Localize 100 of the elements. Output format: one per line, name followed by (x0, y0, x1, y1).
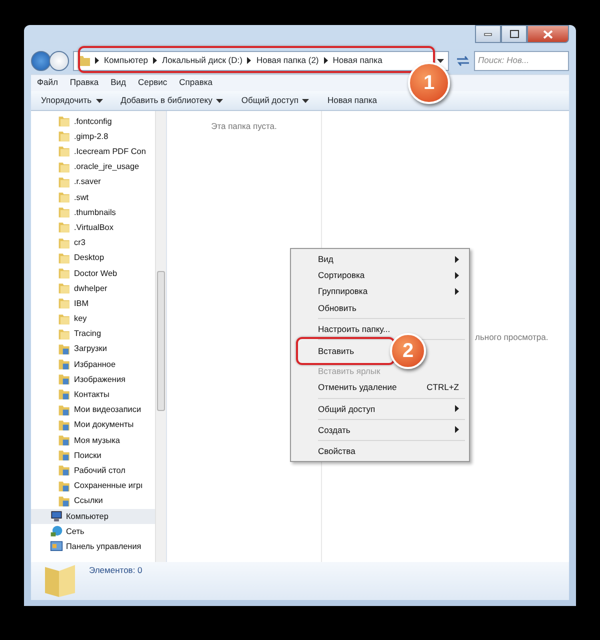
item-count: Элементов: 0 (89, 565, 142, 576)
tree-item[interactable]: .VirtualBox (31, 220, 155, 236)
tree-item[interactable]: IBM (31, 296, 155, 312)
network-icon (50, 525, 63, 538)
folder-icon (58, 206, 71, 220)
menu-item[interactable]: Сервис (138, 77, 168, 89)
tree-item[interactable]: Doctor Web (31, 266, 155, 282)
tree-item[interactable]: Контакты (31, 387, 155, 403)
minimize-icon (484, 32, 492, 36)
menu-item[interactable]: Правка (70, 77, 99, 89)
folder-icon (58, 464, 71, 478)
tree-item[interactable]: .gimp-2.8 (31, 129, 155, 144)
tree-item[interactable]: Рабочий стол (31, 463, 155, 478)
menu-item[interactable]: Обновить (318, 302, 356, 313)
folder-icon (58, 266, 71, 280)
breadcrumb-item[interactable]: Новая папка (2) (256, 55, 319, 66)
preview-text: льного просмотра. (475, 332, 548, 342)
minimize-button[interactable] (475, 25, 501, 43)
tree-item[interactable]: .Icecream PDF Con (31, 144, 155, 160)
forward-button[interactable] (49, 50, 69, 70)
folder-icon (58, 312, 71, 326)
folder-icon (58, 480, 71, 493)
toolbar-button[interactable]: Новая папка (327, 95, 377, 106)
folder-icon (58, 358, 71, 372)
tree-item[interactable]: Поиски (31, 448, 155, 464)
folder-icon (78, 55, 90, 66)
tree-item[interactable]: Избранное (31, 357, 155, 372)
menu-item[interactable]: Отменить удаление (318, 382, 397, 392)
folder-icon (58, 434, 71, 448)
tree-item[interactable]: .oracle_jre_usage (31, 160, 155, 175)
control-panel-icon (50, 540, 63, 554)
tree-item[interactable]: Ссылки (31, 494, 155, 509)
back-button[interactable] (31, 50, 51, 70)
folder-icon (58, 449, 71, 462)
folder-icon (58, 373, 71, 386)
folder-icon (58, 130, 71, 144)
tree-item[interactable]: .r.saver (31, 174, 155, 190)
folder-icon (58, 252, 71, 265)
tree-item[interactable]: Сохраненные игрı (31, 478, 155, 494)
shortcut-text: CTRL+Z (426, 382, 459, 392)
menu-item[interactable]: Вид (110, 77, 126, 89)
tree-item[interactable]: dwhelper (31, 281, 155, 296)
tree-item[interactable]: Панель управления (31, 539, 155, 554)
menu-item[interactable]: Общий доступ (318, 404, 376, 414)
menu-item[interactable]: Свойства (318, 446, 356, 456)
folder-icon (58, 160, 71, 174)
breadcrumb-item[interactable]: Компьютер (104, 55, 148, 66)
close-icon (543, 30, 553, 38)
tree-item[interactable]: cr3 (31, 236, 155, 251)
tree-item[interactable]: Моя музыка (31, 432, 155, 448)
menu-item[interactable]: Справка (179, 77, 212, 89)
empty-folder-text: Эта папка пуста. (211, 121, 277, 131)
address-bar[interactable]: Компьютер Локальный диск (D:) Новая папка (2) Новая папка (73, 50, 449, 70)
tree-item[interactable]: Мои видеозаписи (31, 402, 155, 418)
tree-item[interactable]: Загрузки (31, 342, 155, 357)
menu-item[interactable]: Вставить (318, 346, 354, 356)
folder-icon (58, 236, 71, 250)
folder-icon (45, 565, 75, 597)
folder-icon (58, 494, 71, 508)
maximize-button[interactable] (501, 25, 527, 43)
folder-icon (58, 388, 71, 402)
menu-item[interactable]: Файл (37, 77, 58, 89)
close-button[interactable] (527, 25, 569, 43)
tree-item[interactable]: .fontconfig (31, 114, 155, 130)
folder-icon (58, 282, 71, 296)
menu-item[interactable]: Вид (318, 254, 334, 264)
tree-item[interactable]: Сеть (31, 524, 155, 540)
folder-icon (58, 297, 71, 310)
tree-item[interactable]: Мои документы (31, 418, 155, 433)
tree-item[interactable]: Tracing (31, 326, 155, 342)
callout-number: 2 (390, 332, 426, 369)
menu-item[interactable]: Группировка (318, 286, 368, 297)
toolbar-button[interactable]: Добавить в библиотеку (120, 95, 224, 106)
chevron-icon (95, 57, 99, 64)
scrollbar[interactable] (155, 111, 166, 562)
tree-item[interactable]: key (31, 311, 155, 327)
folder-icon (58, 342, 71, 356)
folder-icon (58, 328, 71, 341)
computer-icon (50, 510, 63, 523)
maximize-icon (510, 30, 518, 38)
tree-item[interactable]: .thumbnails (31, 205, 155, 220)
folder-icon (58, 176, 71, 189)
folder-icon (58, 191, 71, 204)
menu-item[interactable]: Сортировка (318, 270, 365, 280)
menu-item[interactable]: Создать (318, 424, 350, 435)
breadcrumb-item[interactable]: Новая папка (332, 55, 382, 66)
toolbar-button[interactable]: Упорядочить (41, 95, 103, 106)
refresh-icon[interactable] (456, 54, 470, 66)
breadcrumb-item[interactable]: Локальный диск (D:) (162, 55, 242, 66)
folder-icon (58, 145, 71, 158)
tree-item[interactable]: Desktop (31, 250, 155, 266)
chevron-icon (153, 57, 157, 64)
chevron-icon (324, 57, 328, 64)
toolbar-button[interactable]: Общий доступ (241, 95, 310, 106)
tree-item[interactable]: .swt (31, 190, 155, 206)
tree-item[interactable]: Изображения (31, 372, 155, 388)
menu-item[interactable]: Настроить папку... (318, 324, 390, 334)
chevron-icon (247, 57, 252, 64)
search-field[interactable]: Поиск: Нов... (474, 50, 569, 70)
tree-item[interactable]: Компьютер (31, 508, 155, 524)
